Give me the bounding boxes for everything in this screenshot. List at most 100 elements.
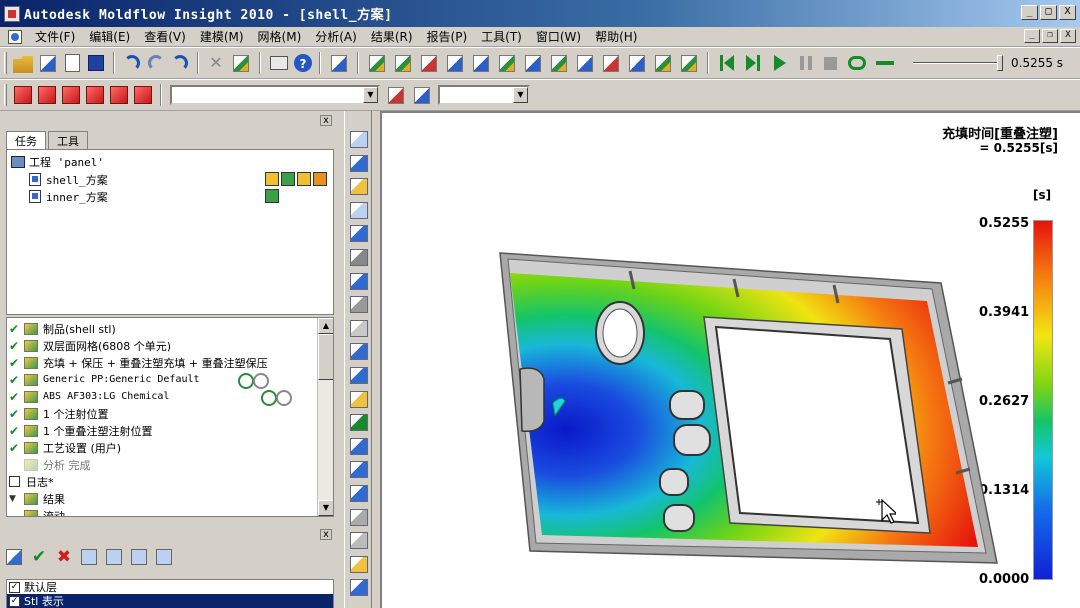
task-row[interactable]: 分析 完成 (9, 456, 91, 473)
red-cube-icon[interactable] (86, 86, 104, 104)
log-checkbox[interactable] (9, 476, 20, 487)
menu-file[interactable]: 文件(F) (28, 28, 82, 45)
save-icon[interactable] (88, 55, 104, 71)
tasks-scrollbar[interactable]: ▲ ▼ (317, 318, 333, 516)
task-row[interactable]: ✔ 1 个重叠注塑注射位置 (9, 422, 153, 439)
new-layer-icon[interactable] (6, 549, 22, 565)
center-icon[interactable] (350, 249, 368, 266)
layer-props-icon[interactable] (81, 549, 97, 565)
task-row[interactable]: ✔ 充填 + 保压 + 重叠注塑充填 + 重叠注塑保压 (9, 354, 268, 371)
task-row[interactable]: ✔ 工艺设置 (用户) (9, 439, 121, 456)
properties-icon[interactable] (388, 86, 404, 104)
rotate-icon[interactable] (350, 154, 368, 172)
layer-row[interactable]: ✓ Stl 表示 (7, 594, 333, 608)
assign-layer-icon[interactable] (131, 549, 147, 565)
move-left-icon[interactable] (350, 272, 368, 290)
first-frame-icon[interactable] (720, 55, 734, 71)
mesh-icon[interactable] (350, 508, 368, 526)
study-tool-12-icon[interactable] (655, 54, 671, 72)
toolbar-grip[interactable] (4, 52, 7, 74)
menu-analysis[interactable]: 分析(A) (308, 28, 364, 45)
layers-close-button[interactable]: x (320, 529, 332, 540)
slider-thumb[interactable] (997, 55, 1003, 71)
activate-layer-icon[interactable]: ✔ (31, 549, 47, 566)
redo-icon[interactable] (148, 55, 164, 71)
study-tool-5-icon[interactable] (473, 54, 489, 72)
new-file-icon[interactable] (65, 54, 80, 72)
doc-minimize-button[interactable]: _ (1024, 29, 1040, 43)
task-row[interactable]: 日志* (9, 473, 54, 490)
rotate-view-icon[interactable] (350, 461, 368, 479)
task-row[interactable]: ✔ Generic PP:Generic Default (9, 371, 286, 389)
doc-close-button[interactable]: X (1060, 29, 1076, 43)
menu-view[interactable]: 查看(V) (137, 28, 193, 45)
layer-checkbox[interactable]: ✓ (9, 581, 20, 593)
repeat-icon[interactable] (172, 55, 188, 71)
loop-icon[interactable] (848, 56, 866, 70)
menu-edit[interactable]: 编辑(E) (82, 28, 137, 45)
graph-icon[interactable] (350, 532, 368, 550)
red-cube-icon[interactable] (38, 86, 56, 104)
red-cube-icon[interactable] (134, 86, 152, 104)
doc-restore-button[interactable]: ❐ (1042, 29, 1058, 43)
study-tool-4-icon[interactable] (447, 54, 463, 72)
cut-plane-icon[interactable] (350, 437, 368, 455)
red-cube-icon[interactable] (110, 86, 128, 104)
query-icon[interactable] (350, 555, 368, 573)
iso-view-icon[interactable] (350, 485, 368, 502)
study-tool-6-icon[interactable] (499, 54, 515, 72)
expand-icon[interactable]: ▼ (9, 494, 21, 504)
task-row[interactable]: ✔ ABS AF303:LG Chemical (9, 388, 309, 406)
expand-layer-icon[interactable] (106, 549, 122, 565)
move-right-icon[interactable] (350, 296, 368, 314)
clear-layer-icon[interactable] (156, 549, 172, 565)
undo-icon[interactable] (124, 55, 140, 71)
menu-modeling[interactable]: 建模(M) (193, 28, 251, 45)
measure-icon[interactable] (350, 319, 368, 337)
fit-view-icon[interactable] (350, 343, 368, 361)
red-cube-icon[interactable] (14, 86, 32, 104)
menu-window[interactable]: 窗口(W) (529, 28, 588, 45)
tree-study-row[interactable]: inner_方案 (29, 188, 108, 205)
stop-icon[interactable] (824, 56, 837, 70)
layer-combo[interactable]: ▼ (170, 85, 380, 105)
menu-results[interactable]: 结果(R) (364, 28, 420, 45)
play-icon[interactable] (774, 55, 786, 71)
select-icon[interactable] (414, 86, 430, 104)
study-tool-9-icon[interactable] (577, 54, 593, 72)
menu-mesh[interactable]: 网格(M) (251, 28, 309, 45)
help-icon[interactable]: ? (294, 54, 312, 72)
study-tool-2-icon[interactable] (395, 54, 411, 72)
task-row[interactable]: ✔ 双层面网格(6808 个单元) (9, 337, 171, 354)
task-row[interactable]: 流动 (9, 507, 65, 516)
minimize-button[interactable]: _ (1021, 5, 1038, 20)
menu-report[interactable]: 报告(P) (420, 28, 475, 45)
zoom-box-icon[interactable] (350, 201, 368, 219)
task-row[interactable]: ▼ 结果 (9, 490, 65, 507)
select-arrow-icon[interactable] (350, 131, 368, 148)
moldflow-app-icon[interactable] (4, 5, 20, 22)
lock-icon[interactable] (350, 390, 368, 408)
layer-row[interactable]: ✓ 默认层 (7, 580, 333, 594)
pan-icon[interactable] (350, 178, 368, 196)
property-combo[interactable]: ▼ (438, 85, 530, 105)
animation-slider[interactable] (913, 55, 1003, 71)
pause-icon[interactable] (800, 56, 812, 70)
study-tool-13-icon[interactable] (681, 54, 697, 72)
next-frame-icon[interactable] (746, 55, 760, 71)
document-icon[interactable] (8, 29, 22, 44)
menu-tools[interactable]: 工具(T) (474, 28, 529, 45)
recycle-icon[interactable] (237, 372, 269, 389)
layer-checkbox[interactable]: ✓ (9, 595, 20, 607)
title-bar[interactable]: Autodesk Moldflow Insight 2010 - [shell_… (0, 0, 1080, 27)
import-icon[interactable] (40, 54, 56, 72)
red-cube-icon[interactable] (62, 86, 80, 104)
scroll-up-button[interactable]: ▲ (318, 318, 333, 334)
print-icon[interactable] (270, 56, 288, 70)
delete-layer-icon[interactable]: ✖ (56, 549, 72, 566)
copy-icon[interactable] (233, 54, 249, 72)
study-tool-3-icon[interactable] (421, 54, 437, 72)
front-view-icon[interactable] (350, 367, 368, 384)
chevron-down-icon[interactable]: ▼ (513, 87, 528, 103)
study-tool-8-icon[interactable] (551, 54, 567, 72)
